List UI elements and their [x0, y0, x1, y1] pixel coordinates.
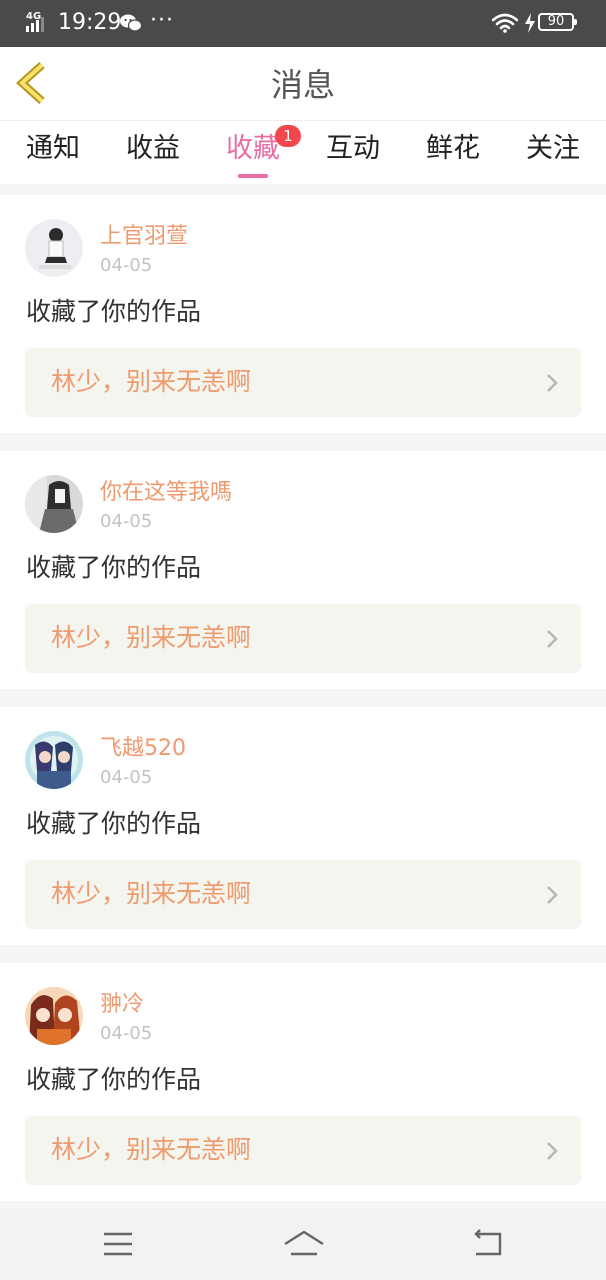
tab-label: 互动: [326, 133, 380, 164]
battery-level: 90: [547, 14, 565, 29]
header: 消息: [0, 47, 606, 121]
wechat-icon: [120, 14, 142, 32]
date: 04-05: [100, 255, 153, 276]
notification-card: 翀冷 04-05 收藏了你的作品 林少，别来无恙啊: [0, 963, 606, 1201]
avatar-image: [25, 219, 83, 277]
unread-badge: 1: [275, 125, 301, 147]
back-icon: [474, 1229, 502, 1256]
clock: 19:29: [58, 10, 122, 35]
work-title: 林少，别来无恙啊: [51, 623, 252, 652]
tab-favorites[interactable]: 收藏 1: [203, 125, 303, 178]
username[interactable]: 飞越520: [100, 735, 186, 763]
tab-following[interactable]: 关注: [503, 129, 603, 169]
action-text: 收藏了你的作品: [26, 809, 202, 838]
home-button[interactable]: [282, 1226, 324, 1262]
avatar[interactable]: [25, 987, 83, 1045]
signal-icon: 4G: [26, 11, 44, 32]
avatar-image: [25, 987, 83, 1045]
action-text: 收藏了你的作品: [26, 297, 202, 326]
menu-icon: [104, 1232, 132, 1256]
tab-flowers[interactable]: 鲜花: [403, 129, 503, 169]
tab-notice[interactable]: 通知: [3, 129, 103, 169]
page-title: 消息: [270, 66, 335, 104]
tab-earnings[interactable]: 收益: [103, 129, 203, 169]
work-link[interactable]: 林少，别来无恙啊: [25, 604, 581, 673]
action-text: 收藏了你的作品: [26, 553, 202, 582]
tab-interactions[interactable]: 互动: [303, 129, 403, 169]
notification-card: 你在这等我嗎 04-05 收藏了你的作品 林少，别来无恙啊: [0, 451, 606, 689]
chevron-right-icon: [547, 886, 558, 904]
tab-label: 关注: [526, 133, 580, 164]
chevron-right-icon: [547, 374, 558, 392]
battery-icon: 90: [538, 13, 577, 31]
avatar[interactable]: [25, 731, 83, 789]
tab-active-indicator: [238, 174, 268, 178]
work-link[interactable]: 林少，别来无恙啊: [25, 348, 581, 417]
notification-card: 上官羽萱 04-05 收藏了你的作品 林少，别来无恙啊: [0, 195, 606, 433]
work-title: 林少，别来无恙啊: [51, 367, 252, 396]
work-title: 林少，别来无恙啊: [51, 879, 252, 908]
avatar[interactable]: [25, 475, 83, 533]
more-notifications-indicator: ···: [150, 8, 174, 33]
username[interactable]: 上官羽萱: [100, 223, 188, 251]
chevron-right-icon: [547, 630, 558, 648]
system-nav-bar: [0, 1208, 606, 1280]
charging-icon: [525, 13, 535, 33]
avatar-image: [25, 475, 83, 533]
date: 04-05: [100, 511, 153, 532]
username[interactable]: 翀冷: [100, 991, 144, 1019]
tab-label: 收益: [126, 133, 180, 164]
tab-label: 鲜花: [426, 133, 480, 164]
action-text: 收藏了你的作品: [26, 1065, 202, 1094]
avatar[interactable]: [25, 219, 83, 277]
back-nav-button[interactable]: [468, 1226, 508, 1262]
status-bar: 4G 19:29 ··· 90: [0, 0, 606, 47]
wifi-icon: [492, 13, 518, 33]
notification-card: 飞越520 04-05 收藏了你的作品 林少，别来无恙啊: [0, 707, 606, 945]
tab-label: 收藏: [226, 133, 280, 164]
menu-button[interactable]: [98, 1226, 138, 1262]
work-title: 林少，别来无恙啊: [51, 1135, 252, 1164]
avatar-image: [25, 731, 83, 789]
username[interactable]: 你在这等我嗎: [100, 479, 232, 507]
home-icon: [284, 1230, 324, 1256]
work-link[interactable]: 林少，别来无恙啊: [25, 860, 581, 929]
tab-label: 通知: [26, 133, 80, 164]
date: 04-05: [100, 767, 153, 788]
chevron-right-icon: [547, 1142, 558, 1160]
tab-bar: 通知 收益 收藏 1 互动 鲜花 关注: [0, 121, 606, 184]
date: 04-05: [100, 1023, 153, 1044]
work-link[interactable]: 林少，别来无恙啊: [25, 1116, 581, 1185]
